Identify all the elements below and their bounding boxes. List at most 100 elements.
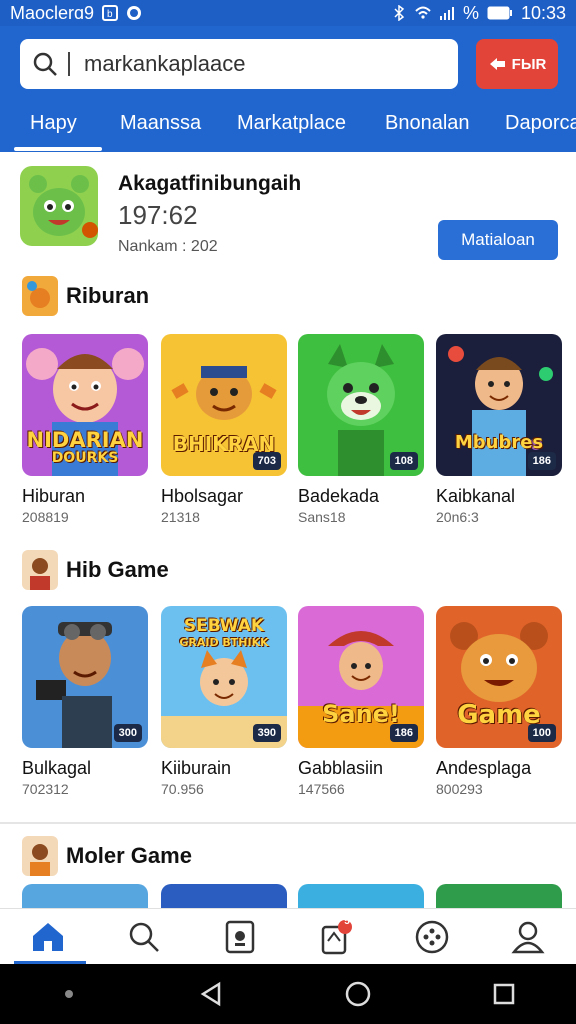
game-badge: 100 (527, 724, 556, 742)
bluetooth-icon (394, 5, 405, 21)
tab-bnonalan[interactable]: Bnonalan (385, 112, 470, 135)
wifi-icon (415, 6, 431, 19)
github-icon (127, 6, 142, 20)
arrow-icon (489, 58, 505, 70)
battery-percent: % (462, 2, 479, 23)
game-count: Sans18 (298, 509, 346, 525)
game-badge: 108 (389, 452, 418, 470)
game-tile-title: SEBWAK (183, 616, 265, 636)
game-thumbnail[interactable] (22, 884, 148, 908)
app-screen: Maoclerɑ9 b % 10:33 markankaplaace FЫR H… (0, 0, 576, 1024)
section-header-hib-game[interactable]: Hib Game (22, 550, 169, 590)
section-title: Moler Game (66, 843, 192, 868)
game-count: 147566 (298, 781, 345, 797)
bottom-navigation: 5 (0, 908, 576, 964)
status-bar: Maoclerɑ9 b % 10:33 (0, 0, 576, 26)
app-header: markankaplaace FЫR Hapy Maanssa Markatpl… (0, 26, 576, 152)
text-cursor (68, 52, 70, 76)
tab-daporca[interactable]: Daporca (505, 112, 576, 135)
tab-markatplace[interactable]: Markatplace (237, 112, 346, 135)
game-thumbnail[interactable] (161, 884, 287, 908)
home-circle-icon[interactable] (343, 979, 373, 1009)
home-icon (33, 922, 63, 951)
game-badge: 186 (527, 452, 556, 470)
system-navigation-bar (0, 964, 576, 1024)
game-row-moler-game (22, 884, 576, 908)
game-name: Andesplaga (436, 758, 532, 778)
game-count: 20n6:3 (436, 509, 479, 525)
game-card[interactable]: Mbubres 186 Kaibkanal 20n6:3 (436, 334, 562, 525)
section-header-moler-game[interactable]: Moler Game (22, 836, 192, 876)
game-name: Kiiburain (161, 758, 232, 778)
nav-notifications[interactable]: 5 (288, 909, 384, 964)
recorder-dot-icon (65, 990, 73, 998)
status-time: 10:33 (520, 2, 566, 23)
carrier-label: Maoclerɑ9 (10, 2, 95, 23)
search-input[interactable]: markankaplaace (84, 51, 245, 77)
game-badge: 390 (252, 724, 281, 742)
game-thumbnail[interactable]: NIDARIAN DOURKS (22, 334, 148, 476)
search-icon (129, 922, 159, 952)
section-thumbnail-icon (22, 550, 58, 590)
game-name: Hiburan (22, 486, 86, 506)
document-icon (225, 920, 255, 953)
featured-app[interactable]: Akagatfinibungaih 197:62 Nankam : 202 Ma… (0, 152, 576, 272)
tab-hapy[interactable]: Hapy (30, 112, 77, 135)
featured-app-number: 197:62 (118, 200, 198, 230)
game-badge: 300 (113, 724, 142, 742)
section-thumbnail-icon (22, 276, 58, 316)
nav-profile[interactable] (480, 909, 576, 964)
section-thumbnail-icon (22, 836, 58, 876)
featured-app-subtitle: Nankam : 202 (118, 238, 218, 255)
game-thumbnail[interactable]: Sane! 186 (298, 606, 424, 748)
nav-home[interactable] (0, 909, 96, 964)
nav-search[interactable] (96, 909, 192, 964)
tab-maanssa[interactable]: Maanssa (120, 112, 201, 135)
nav-library[interactable] (192, 909, 288, 964)
game-name: Gabblasiin (298, 758, 384, 778)
game-card[interactable]: Sane! 186 Gabblasiin 147566 (298, 606, 424, 797)
game-thumbnail[interactable]: 108 (298, 334, 424, 476)
person-icon (511, 921, 545, 953)
game-card[interactable]: Game 100 Andesplaga 800293 (436, 606, 562, 797)
game-thumbnail[interactable] (436, 884, 562, 908)
game-card[interactable]: 300 Bulkagal 702312 (22, 606, 148, 797)
game-thumbnail[interactable] (298, 884, 424, 908)
game-tile-subtitle: GRAID BTHIKK (179, 636, 269, 649)
header-action-button[interactable]: FЫR (476, 39, 558, 89)
game-tile-subtitle: DOURKS (51, 450, 119, 466)
game-tile-title: Mbubres (454, 432, 544, 453)
game-thumbnail[interactable]: SEBWAK GRAID BTHIKK 390 (161, 606, 287, 748)
game-thumbnail[interactable]: 300 (22, 606, 148, 748)
game-thumbnail[interactable]: Mbubres 186 (436, 334, 562, 476)
controller-icon (415, 920, 449, 953)
section-header-riburan[interactable]: Riburan (22, 276, 149, 316)
game-badge: 186 (389, 724, 418, 742)
back-icon[interactable] (197, 980, 225, 1008)
game-count: 21318 (161, 509, 200, 525)
featured-app-title: Akagatfinibungaih (118, 172, 302, 195)
section-divider (0, 822, 576, 824)
recents-icon[interactable] (491, 981, 517, 1007)
game-card[interactable]: 108 Badekada Sans18 (298, 334, 424, 525)
search-icon[interactable] (32, 51, 58, 77)
signal-icon (439, 7, 454, 20)
game-name: Kaibkanal (436, 486, 516, 506)
notification-count: 5 (344, 916, 350, 927)
game-count: 702312 (22, 781, 69, 797)
app-notification-icon: b (102, 5, 119, 21)
section-title: Hib Game (66, 557, 169, 582)
game-card[interactable]: BHIKRAN 703 Hbolsagar 21318 (161, 334, 287, 525)
game-card[interactable]: NIDARIAN DOURKS Hiburan 208819 (22, 334, 148, 525)
game-tile-title: NIDARIAN (26, 428, 144, 452)
featured-install-button[interactable]: Matialoan (438, 220, 558, 260)
header-action-label: FЫR (511, 55, 547, 73)
game-thumbnail[interactable]: BHIKRAN 703 (161, 334, 287, 476)
nav-games[interactable] (384, 909, 480, 964)
svg-text:b: b (107, 9, 113, 20)
game-thumbnail[interactable]: Game 100 (436, 606, 562, 748)
game-card[interactable]: SEBWAK GRAID BTHIKK 390 Kiiburain 70.956 (161, 606, 287, 797)
search-bar[interactable]: markankaplaace (20, 39, 458, 89)
game-name: Badekada (298, 486, 380, 506)
featured-app-icon[interactable] (20, 166, 98, 246)
